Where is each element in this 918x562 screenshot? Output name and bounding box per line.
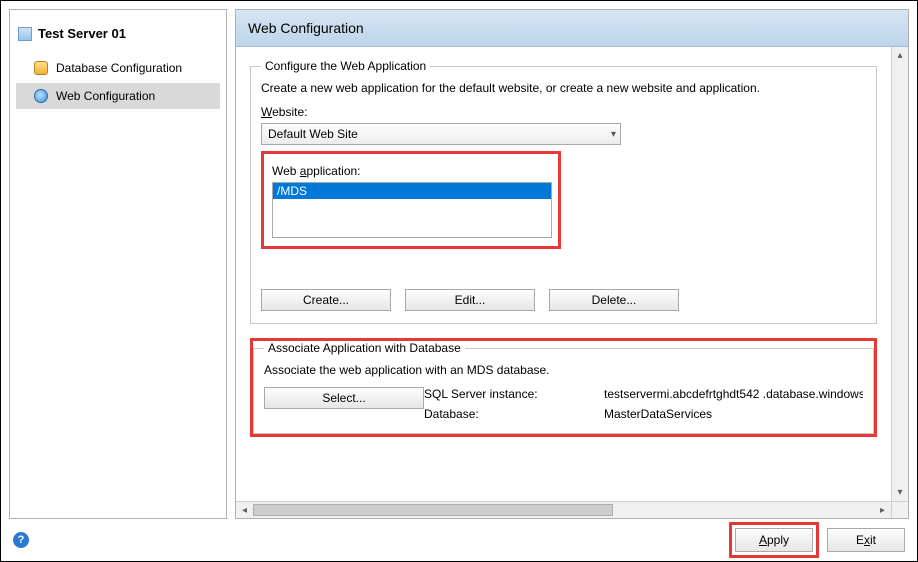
configure-description: Create a new web application for the def… [261, 81, 866, 95]
server-name-label: Test Server 01 [38, 26, 126, 41]
server-node[interactable]: Test Server 01 [16, 24, 220, 53]
content-title: Web Configuration [236, 10, 908, 47]
sql-instance-value: testservermi.abcdefrtghdt542 .database.w… [604, 387, 863, 401]
webapp-listbox[interactable]: /MDS [272, 182, 552, 238]
scroll-left-arrow[interactable]: ◂ [236, 502, 253, 518]
website-dropdown-value: Default Web Site [268, 127, 358, 141]
create-button[interactable]: Create... [261, 289, 391, 311]
chevron-down-icon: ▾ [611, 129, 616, 140]
webapp-button-row: Create... Edit... Delete... [261, 289, 866, 311]
help-icon[interactable]: ? [13, 532, 29, 548]
webapp-label: Web application: [272, 164, 550, 178]
database-value: MasterDataServices [604, 407, 863, 421]
horizontal-scrollbar[interactable]: ◂ ▸ [236, 501, 891, 518]
group-associate-database: Associate Application with Database Asso… [253, 341, 874, 434]
sidebar-item-label: Database Configuration [56, 61, 182, 75]
content-pane: Web Configuration Configure the Web Appl… [235, 9, 909, 519]
content-body-wrap: Configure the Web Application Create a n… [236, 47, 908, 501]
scroll-thumb[interactable] [253, 504, 613, 516]
scroll-up-arrow[interactable]: ▴ [892, 47, 908, 64]
scroll-right-arrow[interactable]: ▸ [874, 502, 891, 518]
web-icon [34, 89, 48, 103]
highlight-apply: Apply [729, 522, 819, 558]
sidebar-item-database-configuration[interactable]: Database Configuration [16, 55, 220, 81]
server-icon [18, 27, 32, 41]
apply-button[interactable]: Apply [735, 528, 813, 552]
edit-button[interactable]: Edit... [405, 289, 535, 311]
content-body: Configure the Web Application Create a n… [236, 47, 891, 501]
group-configure-web-app: Configure the Web Application Create a n… [250, 59, 877, 324]
associate-grid: Select... SQL Server instance: testserve… [264, 387, 863, 421]
database-label: Database: [424, 407, 604, 421]
select-button[interactable]: Select... [264, 387, 424, 409]
website-dropdown[interactable]: Default Web Site ▾ [261, 123, 621, 145]
highlight-webapp: Web application: /MDS [261, 151, 561, 249]
sidebar: Test Server 01 Database Configuration We… [9, 9, 227, 519]
associate-description: Associate the web application with an MD… [264, 363, 863, 377]
sidebar-item-label: Web Configuration [56, 89, 155, 103]
bottom-bar: ? Apply Exit [1, 519, 917, 561]
group-legend: Associate Application with Database [264, 341, 465, 355]
scroll-down-arrow[interactable]: ▾ [892, 484, 908, 501]
sidebar-item-web-configuration[interactable]: Web Configuration [16, 83, 220, 109]
delete-button[interactable]: Delete... [549, 289, 679, 311]
hscroll-row: ◂ ▸ [236, 501, 908, 518]
website-label: Website: [261, 105, 866, 119]
exit-button[interactable]: Exit [827, 528, 905, 552]
group-legend: Configure the Web Application [261, 59, 430, 73]
webapp-list-item[interactable]: /MDS [273, 183, 551, 199]
main-row: Test Server 01 Database Configuration We… [1, 1, 917, 519]
database-icon [34, 61, 48, 75]
scroll-corner [891, 501, 908, 518]
sql-instance-label: SQL Server instance: [424, 387, 604, 401]
config-manager-window: Test Server 01 Database Configuration We… [0, 0, 918, 562]
highlight-associate: Associate Application with Database Asso… [250, 338, 877, 437]
vertical-scrollbar[interactable]: ▴ ▾ [891, 47, 908, 501]
